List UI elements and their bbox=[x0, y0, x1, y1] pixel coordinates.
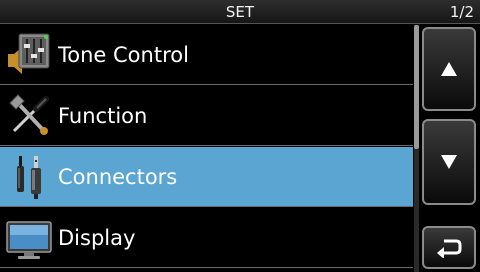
scroll-up-button[interactable] bbox=[422, 27, 476, 111]
menu-item-display[interactable]: Display bbox=[0, 208, 413, 268]
scrollbar[interactable] bbox=[414, 25, 419, 272]
up-arrow-icon bbox=[441, 62, 457, 76]
scrollbar-thumb[interactable] bbox=[414, 25, 419, 149]
page-indicator: 1/2 bbox=[449, 3, 474, 21]
title-bar: SET 1/2 bbox=[0, 0, 480, 24]
tone-control-icon bbox=[8, 33, 50, 74]
function-tools-icon bbox=[9, 94, 49, 135]
scroll-down-button[interactable] bbox=[422, 119, 476, 205]
menu-item-label: Tone Control bbox=[58, 43, 189, 67]
menu-item-label: Display bbox=[58, 226, 136, 250]
connector-plug-icon bbox=[17, 156, 41, 199]
screen-title: SET bbox=[225, 3, 255, 21]
menu-item-function[interactable]: Function bbox=[0, 86, 413, 146]
menu-list: Tone Control Function Connectors Display bbox=[0, 25, 413, 272]
menu-item-tone-control[interactable]: Tone Control bbox=[0, 25, 413, 85]
menu-item-connectors[interactable]: Connectors bbox=[0, 147, 413, 207]
display-monitor-icon bbox=[6, 221, 52, 259]
menu-item-label: Function bbox=[58, 104, 148, 128]
return-arrow-icon bbox=[437, 239, 462, 258]
back-button[interactable] bbox=[422, 226, 476, 269]
down-arrow-icon bbox=[441, 155, 457, 169]
menu-item-label: Connectors bbox=[58, 165, 178, 189]
